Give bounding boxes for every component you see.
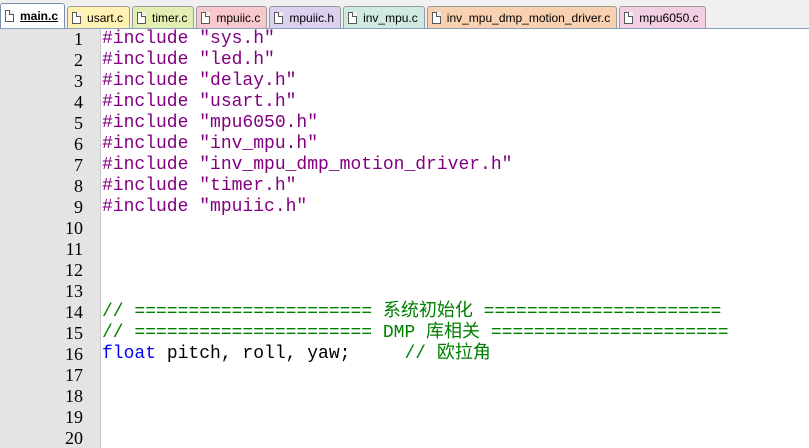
file-icon <box>348 11 358 24</box>
code-line[interactable]: 7 #include "inv_mpu_dmp_motion_driver.h" <box>0 155 809 176</box>
file-icon <box>5 10 14 22</box>
code-line[interactable]: 8 #include "timer.h" <box>0 176 809 197</box>
line-number: 20 <box>65 428 83 448</box>
file-icon <box>274 11 284 24</box>
code-lines: 1 #include "sys.h" 2 #include "led.h" 3 #incl… <box>0 29 809 448</box>
file-icon <box>201 11 211 24</box>
code-token: #include "led.h" <box>102 50 275 70</box>
code-text: // ====================== DMP 库相关 ======… <box>102 323 729 344</box>
code-line[interactable]: 18 <box>0 386 809 407</box>
line-number: 12 <box>65 260 83 280</box>
code-line[interactable]: 10 <box>0 218 809 239</box>
code-line[interactable]: 19 <box>0 407 809 428</box>
line-number: 19 <box>65 407 83 427</box>
tab-mpuiic-c[interactable]: mpuiic.c <box>196 6 268 28</box>
code-text: #include "mpu6050.h" <box>102 113 318 134</box>
code-line[interactable]: 5 #include "mpu6050.h" <box>0 113 809 134</box>
line-number: 13 <box>65 281 83 301</box>
code-token: #include "usart.h" <box>102 92 297 112</box>
code-line[interactable]: 3 #include "delay.h" <box>0 71 809 92</box>
tab-label: inv_mpu_dmp_motion_driver.c <box>446 10 611 25</box>
code-line[interactable]: 12 <box>0 260 809 281</box>
code-token: #include "inv_mpu_dmp_motion_driver.h" <box>102 155 513 175</box>
code-line[interactable]: 20 <box>0 428 809 448</box>
line-number: 7 <box>74 155 83 175</box>
code-text: float pitch, roll, yaw; // 欧拉角 <box>102 344 491 365</box>
line-number: 17 <box>65 365 83 385</box>
code-token: #include "timer.h" <box>102 176 297 196</box>
code-text: #include "inv_mpu_dmp_motion_driver.h" <box>102 155 512 176</box>
line-number: 2 <box>74 50 83 70</box>
code-token: #include "mpu6050.h" <box>102 113 319 133</box>
code-line[interactable]: 16 float pitch, roll, yaw; // 欧拉角 <box>0 344 809 365</box>
line-number: 15 <box>65 323 83 343</box>
tab-label: main.c <box>20 9 59 23</box>
code-text: #include "led.h" <box>102 50 275 71</box>
code-editor[interactable]: 1 #include "sys.h" 2 #include "led.h" 3 #incl… <box>0 29 809 448</box>
tab-label: inv_mpu.c <box>363 10 418 25</box>
code-text: // ====================== 系统初始化 ========… <box>102 302 721 323</box>
line-number: 18 <box>65 386 83 406</box>
code-line[interactable]: 4 #include "usart.h" <box>0 92 809 113</box>
code-line[interactable]: 11 <box>0 239 809 260</box>
code-text: #include "usart.h" <box>102 92 296 113</box>
code-line[interactable]: 13 <box>0 281 809 302</box>
code-token: // ====================== 系统初始化 ========… <box>102 302 722 322</box>
file-tab-bar: main.c usart.c timer.c mpuiic.c mpuiic.h… <box>0 0 809 29</box>
code-line[interactable]: 1 #include "sys.h" <box>0 29 809 50</box>
tab-mpuiic-h[interactable]: mpuiic.h <box>269 6 342 28</box>
tab-label: mpuiic.h <box>289 10 335 25</box>
code-line[interactable]: 9 #include "mpuiic.h" <box>0 197 809 218</box>
code-line[interactable]: 6 #include "inv_mpu.h" <box>0 134 809 155</box>
code-text: #include "sys.h" <box>102 29 275 50</box>
tab-label: timer.c <box>152 10 188 25</box>
line-number: 11 <box>65 239 83 259</box>
file-icon <box>137 11 147 24</box>
file-icon <box>431 11 441 24</box>
tab-label: usart.c <box>87 10 124 25</box>
line-number: 14 <box>65 302 83 322</box>
code-line[interactable]: 2 #include "led.h" <box>0 50 809 71</box>
code-token: #include "sys.h" <box>102 29 275 49</box>
code-line[interactable]: 17 <box>0 365 809 386</box>
code-token: #include "inv_mpu.h" <box>102 134 319 154</box>
tab-main-c[interactable]: main.c <box>0 3 66 28</box>
code-line[interactable]: 14 // ====================== 系统初始化 ======… <box>0 302 809 323</box>
tab-inv-mpu-dmp-motion-driver-c[interactable]: inv_mpu_dmp_motion_driver.c <box>426 6 618 28</box>
line-number: 6 <box>74 134 83 154</box>
line-number: 9 <box>74 197 83 217</box>
line-number: 8 <box>74 176 83 196</box>
tab-timer-c[interactable]: timer.c <box>132 6 195 28</box>
file-icon <box>624 11 634 24</box>
tab-label: mpuiic.c <box>216 10 261 25</box>
code-token: // ====================== DMP 库相关 ======… <box>102 323 729 343</box>
code-text: #include "delay.h" <box>102 71 296 92</box>
tab-mpu6050-c[interactable]: mpu6050.c <box>619 6 706 28</box>
code-text: #include "mpuiic.h" <box>102 197 307 218</box>
code-token: // 欧拉角 <box>404 344 491 364</box>
line-number: 1 <box>74 29 83 49</box>
file-icon <box>72 11 82 24</box>
code-token: pitch, roll, yaw; <box>156 344 405 364</box>
tab-label: mpu6050.c <box>639 10 699 25</box>
code-line[interactable]: 15 // ====================== DMP 库相关 ====… <box>0 323 809 344</box>
code-token: float <box>102 344 157 364</box>
line-number: 16 <box>65 344 83 364</box>
code-text: #include "inv_mpu.h" <box>102 134 318 155</box>
tab-usart-c[interactable]: usart.c <box>67 6 131 28</box>
line-number: 3 <box>74 71 83 91</box>
line-number: 5 <box>74 113 83 133</box>
line-number: 4 <box>74 92 83 112</box>
code-token: #include "delay.h" <box>102 71 297 91</box>
line-number: 10 <box>65 218 83 238</box>
tab-inv-mpu-c[interactable]: inv_mpu.c <box>343 6 425 28</box>
code-text: #include "timer.h" <box>102 176 296 197</box>
code-token: #include "mpuiic.h" <box>102 197 308 217</box>
